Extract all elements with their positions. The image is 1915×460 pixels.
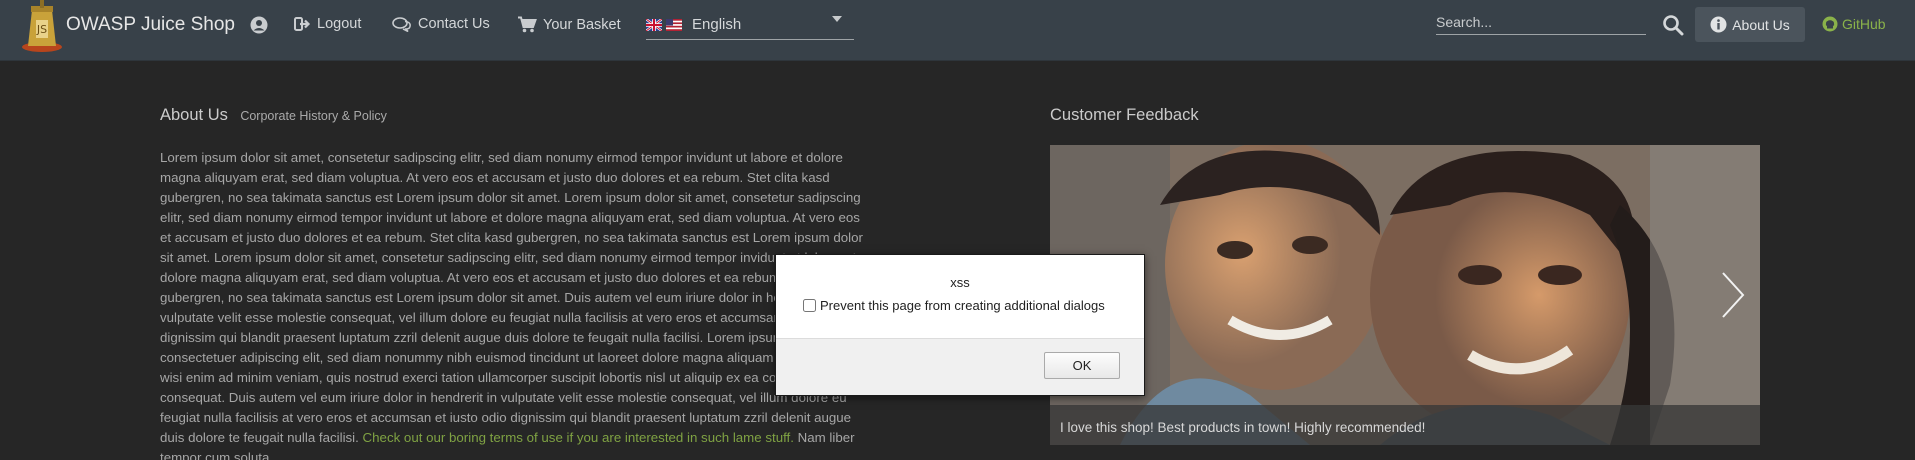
about-title: About Us <box>160 106 228 124</box>
about-subtitle: Corporate History & Policy <box>240 109 387 123</box>
us-flag-icon <box>666 18 682 31</box>
svg-text:JS: JS <box>36 23 47 36</box>
about-paragraph: Lorem ipsum dolor sit amet, consetetur s… <box>160 150 872 445</box>
search-icon[interactable] <box>1662 14 1684 36</box>
github-label: GitHub <box>1842 16 1886 32</box>
juice-shop-logo-icon[interactable]: JS <box>18 0 66 54</box>
contact-label: Contact Us <box>418 16 490 32</box>
about-heading: About Us Corporate History & Policy <box>160 106 387 125</box>
dialog-footer: OK <box>776 338 1144 395</box>
ok-button[interactable]: OK <box>1044 352 1120 379</box>
github-link[interactable]: GitHub <box>1822 16 1886 32</box>
contact-link[interactable]: Contact Us <box>392 16 490 32</box>
prevent-dialogs-label: Prevent this page from creating addition… <box>820 298 1105 313</box>
alert-dialog: xss Prevent this page from creating addi… <box>775 254 1145 396</box>
terms-of-use-link[interactable]: Check out our boring terms of use if you… <box>363 430 794 445</box>
info-circle-icon <box>1710 16 1727 33</box>
customer-feedback-title: Customer Feedback <box>1050 106 1199 124</box>
comments-icon <box>392 16 411 32</box>
prevent-dialogs-option[interactable]: Prevent this page from creating addition… <box>803 298 1105 313</box>
language-label: English <box>692 16 742 33</box>
carousel-next-icon[interactable] <box>1720 270 1746 320</box>
shopping-cart-icon <box>518 16 537 33</box>
github-icon <box>1822 16 1838 32</box>
app-root: JS OWASP Juice Shop Logout Contact Us Yo… <box>0 0 1915 460</box>
user-account-icon[interactable] <box>250 16 268 34</box>
dialog-message: xss <box>950 275 970 290</box>
feedback-photo <box>1050 145 1760 445</box>
about-body-text: Lorem ipsum dolor sit amet, consetetur s… <box>160 148 872 460</box>
brand-title[interactable]: OWASP Juice Shop <box>66 14 235 36</box>
basket-link[interactable]: Your Basket <box>517 16 621 33</box>
uk-flag-icon <box>646 18 662 31</box>
dropdown-caret-icon <box>832 16 842 22</box>
about-us-button[interactable]: About Us <box>1695 7 1805 42</box>
sign-out-icon <box>294 17 311 31</box>
logout-link[interactable]: Logout <box>294 16 361 32</box>
basket-label: Your Basket <box>543 16 621 33</box>
about-us-label: About Us <box>1732 16 1790 33</box>
language-select[interactable]: English <box>646 10 854 40</box>
feedback-caption: I love this shop! Best products in town!… <box>1060 420 1426 435</box>
search-input[interactable] <box>1436 10 1646 35</box>
feedback-carousel: I love this shop! Best products in town!… <box>1050 145 1760 445</box>
navbar: JS OWASP Juice Shop Logout Contact Us Yo… <box>0 0 1915 61</box>
logout-label: Logout <box>317 16 362 32</box>
prevent-dialogs-checkbox[interactable] <box>803 299 816 312</box>
